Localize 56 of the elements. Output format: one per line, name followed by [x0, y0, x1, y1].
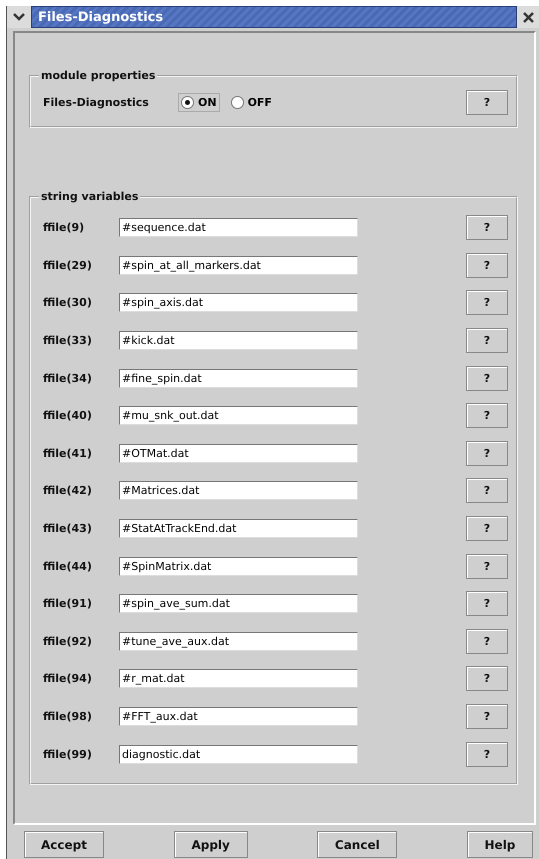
- input-field[interactable]: #StatAtTrackEnd.dat: [119, 519, 358, 538]
- variable-label: ffile(30): [43, 296, 93, 310]
- help-button[interactable]: ?: [466, 591, 508, 616]
- help-button[interactable]: ?: [466, 366, 508, 391]
- help-button[interactable]: ?: [466, 328, 508, 354]
- input-field[interactable]: #spin_at_all_markers.dat: [119, 256, 358, 275]
- help-button[interactable]: ?: [466, 554, 508, 579]
- variable-label: ffile(91): [43, 597, 93, 610]
- help-button[interactable]: ?: [466, 252, 508, 278]
- input-field[interactable]: #spin_ave_sum.dat: [119, 594, 358, 614]
- variable-label: ffile(43): [43, 522, 93, 536]
- variable-label: ffile(44): [43, 560, 93, 573]
- input-field[interactable]: #spin_axis.dat: [119, 293, 358, 312]
- help-button[interactable]: ?: [466, 290, 508, 316]
- variable-label: ffile(41): [43, 446, 93, 460]
- input-field[interactable]: #sequence.dat: [119, 218, 358, 238]
- input-field[interactable]: #kick.dat: [119, 331, 358, 350]
- input-field[interactable]: #FFT_aux.dat: [119, 707, 358, 726]
- field-label: Files-Diagnostics: [43, 96, 150, 108]
- input-field[interactable]: #Matrices.dat: [119, 481, 358, 500]
- variable-label: ffile(99): [43, 748, 93, 761]
- variable-label: ffile(29): [43, 258, 93, 272]
- input-field[interactable]: #mu_snk_out.dat: [119, 406, 358, 426]
- help-button[interactable]: ?: [466, 403, 508, 428]
- input-field[interactable]: #OTMat.dat: [119, 444, 358, 463]
- variable-label: ffile(98): [43, 710, 93, 724]
- variable-label: ffile(33): [43, 334, 93, 348]
- help-button[interactable]: ?: [466, 704, 508, 730]
- group-title: module properties: [40, 69, 156, 82]
- radio-option[interactable]: OFF: [228, 92, 275, 112]
- help-button[interactable]: ?: [466, 516, 508, 542]
- dialog-button[interactable]: Cancel: [317, 831, 398, 858]
- group-title: string variables: [40, 190, 140, 203]
- variable-label: ffile(42): [43, 484, 93, 498]
- variable-label: ffile(40): [43, 409, 93, 422]
- help-button[interactable]: ?: [466, 666, 508, 692]
- help-button[interactable]: ?: [466, 90, 508, 114]
- help-button[interactable]: ?: [466, 215, 508, 240]
- input-field[interactable]: #fine_spin.dat: [119, 368, 358, 388]
- input-field[interactable]: #SpinMatrix.dat: [119, 556, 358, 576]
- variable-label: ffile(34): [43, 372, 93, 385]
- radio-option[interactable]: ON: [178, 92, 220, 112]
- input-field[interactable]: #r_mat.dat: [119, 669, 358, 688]
- help-button[interactable]: ?: [466, 440, 508, 466]
- variable-label: ffile(94): [43, 672, 93, 686]
- variable-label: ffile(92): [43, 634, 93, 648]
- window-title: Files-Diagnostics: [38, 10, 164, 24]
- dialog-button[interactable]: Apply: [174, 831, 248, 858]
- dialog-button[interactable]: Accept: [24, 831, 104, 858]
- input-field[interactable]: diagnostic.dat: [119, 744, 358, 764]
- help-button[interactable]: ?: [466, 628, 508, 654]
- help-button[interactable]: ?: [466, 478, 508, 504]
- input-field[interactable]: #tune_ave_aux.dat: [119, 632, 358, 651]
- dialog-button[interactable]: Help: [466, 831, 533, 858]
- help-button[interactable]: ?: [466, 742, 508, 767]
- variable-label: ffile(9): [43, 221, 86, 234]
